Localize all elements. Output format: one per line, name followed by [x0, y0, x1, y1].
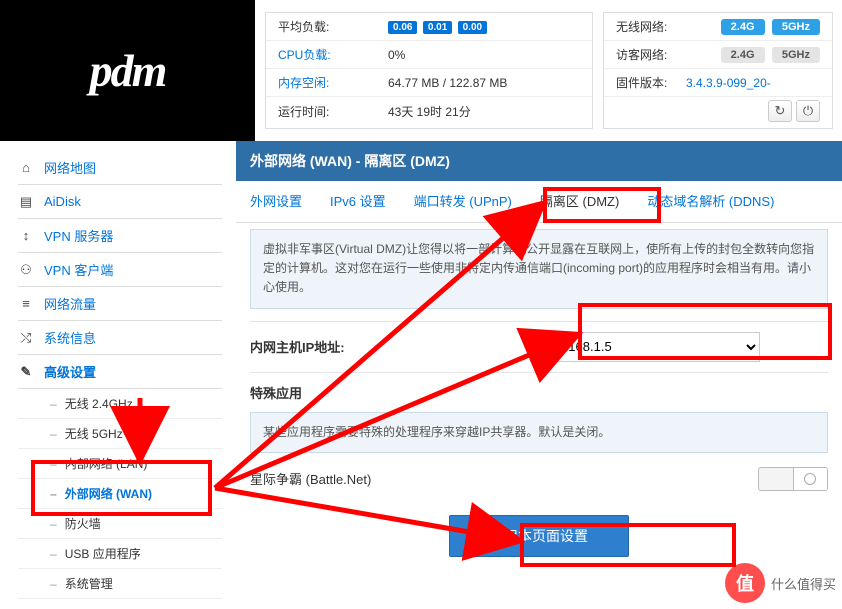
battlenet-label: 星际争霸 (Battle.Net)	[250, 469, 530, 488]
stat-uptime-label: 运行时间:	[278, 103, 388, 120]
tab-bar: 外网设置 IPv6 设置 端口转发 (UPnP) 隔离区 (DMZ) 动态域名解…	[236, 181, 842, 223]
battlenet-toggle[interactable]	[758, 467, 828, 491]
stat-fw-label: 固件版本:	[616, 74, 686, 91]
sidebar-item-vpn-server[interactable]: ↕ VPN 服务器	[18, 219, 222, 253]
wifi-5g-pill[interactable]: 5GHz	[772, 19, 820, 35]
sidebar-item-label: VPN 服务器	[44, 226, 113, 245]
sidebar-sub-wifi5[interactable]: 无线 5GHz	[18, 419, 222, 449]
refresh-button[interactable]: ↻	[768, 100, 792, 122]
sidebar-item-label: 高级设置	[44, 362, 96, 381]
tab-dmz[interactable]: 隔离区 (DMZ)	[540, 191, 619, 214]
apply-button[interactable]: 应用本页面设置	[449, 515, 629, 557]
sidebar-sub-lan[interactable]: 内部网络 (LAN)	[18, 449, 222, 479]
guest-5g-pill[interactable]: 5GHz	[772, 47, 820, 63]
firmware-version-link[interactable]: 3.4.3.9-099_20-	[686, 76, 771, 90]
sidebar-item-label: VPN 客户端	[44, 260, 113, 279]
shuffle-icon: ⤭	[18, 330, 34, 346]
watermark-text: 什么值得买	[771, 574, 836, 593]
sidebar-item-sysinfo[interactable]: ⤭ 系统信息	[18, 321, 222, 355]
sidebar-sub-wifi24[interactable]: 无线 2.4GHz	[18, 389, 222, 419]
special-app-heading: 特殊应用	[250, 383, 530, 402]
watermark: 值 什么值得买	[725, 563, 836, 603]
tab-port-forward[interactable]: 端口转发 (UPnP)	[414, 191, 512, 214]
logo-area: pdm	[0, 0, 255, 141]
stat-cpu-link[interactable]: CPU负载:	[278, 46, 388, 63]
stat-load-label: 平均负载:	[278, 18, 388, 35]
stats-panel-system: 平均负载: 0.06 0.01 0.00 CPU负载: 0% 内存空闲: 64.…	[265, 12, 593, 129]
sidebar-item-advanced[interactable]: ✎ 高级设置	[18, 355, 222, 389]
home-icon: ⌂	[18, 160, 34, 176]
stat-load-value: 0.06 0.01 0.00	[388, 19, 580, 34]
sidebar-item-label: 网络地图	[44, 158, 96, 177]
sidebar-sub-usb[interactable]: USB 应用程序	[18, 539, 222, 569]
stat-mem-value: 64.77 MB / 122.87 MB	[388, 76, 580, 90]
sidebar-item-vpn-client[interactable]: ⚇ VPN 客户端	[18, 253, 222, 287]
content-pane: 外部网络 (WAN) - 隔离区 (DMZ) 外网设置 IPv6 设置 端口转发…	[236, 141, 842, 609]
ip-address-select[interactable]: 192.168.1.5	[530, 332, 760, 362]
page-title: 外部网络 (WAN) - 隔离区 (DMZ)	[236, 141, 842, 181]
disk-icon: ▤	[18, 194, 34, 210]
vpn-client-icon: ⚇	[18, 262, 34, 278]
sidebar: ⌂ 网络地图 ▤ AiDisk ↕ VPN 服务器 ⚇ VPN 客户端 ≡ 网络…	[0, 141, 236, 609]
stat-mem-link[interactable]: 内存空闲:	[278, 74, 388, 91]
sidebar-sub-wan[interactable]: 外部网络 (WAN)	[18, 479, 222, 509]
tab-ipv6[interactable]: IPv6 设置	[330, 191, 386, 214]
stat-guest-label: 访客网络:	[616, 46, 686, 63]
watermark-icon: 值	[725, 563, 765, 603]
guest-24g-pill[interactable]: 2.4G	[721, 47, 765, 63]
wifi-24g-pill[interactable]: 2.4G	[721, 19, 765, 35]
sidebar-sub-firewall[interactable]: 防火墙	[18, 509, 222, 539]
wrench-icon: ✎	[18, 364, 34, 380]
sidebar-item-label: 网络流量	[44, 294, 96, 313]
sidebar-item-aidisk[interactable]: ▤ AiDisk	[18, 185, 222, 219]
tab-wan-settings[interactable]: 外网设置	[250, 191, 302, 214]
stat-cpu-value: 0%	[388, 48, 580, 62]
vpn-server-icon: ↕	[18, 228, 34, 244]
sidebar-sub-sysadmin[interactable]: 系统管理	[18, 569, 222, 599]
sidebar-item-label: AiDisk	[44, 194, 81, 209]
stat-wifi-label: 无线网络:	[616, 18, 686, 35]
dmz-description: 虚拟非军事区(Virtual DMZ)让您得以将一部计算机公开显露在互联网上，使…	[250, 229, 828, 309]
sidebar-item-network-map[interactable]: ⌂ 网络地图	[18, 151, 222, 185]
traffic-icon: ≡	[18, 296, 34, 312]
special-app-description: 某些应用程序需要特殊的处理程序来穿越IP共享器。默认是关闭。	[250, 412, 828, 453]
stats-panel-network: 无线网络: 2.4G 5GHz 访客网络: 2.4G 5GHz 固件版本: 3.…	[603, 12, 833, 129]
tab-ddns[interactable]: 动态域名解析 (DDNS)	[647, 191, 774, 214]
sidebar-item-traffic[interactable]: ≡ 网络流量	[18, 287, 222, 321]
power-button[interactable]: ⏻	[796, 100, 820, 122]
logo-text: pdm	[90, 44, 166, 97]
sidebar-item-label: 系统信息	[44, 328, 96, 347]
ip-address-label: 内网主机IP地址:	[250, 337, 530, 356]
stat-uptime-value: 43天 19时 21分	[388, 103, 580, 120]
